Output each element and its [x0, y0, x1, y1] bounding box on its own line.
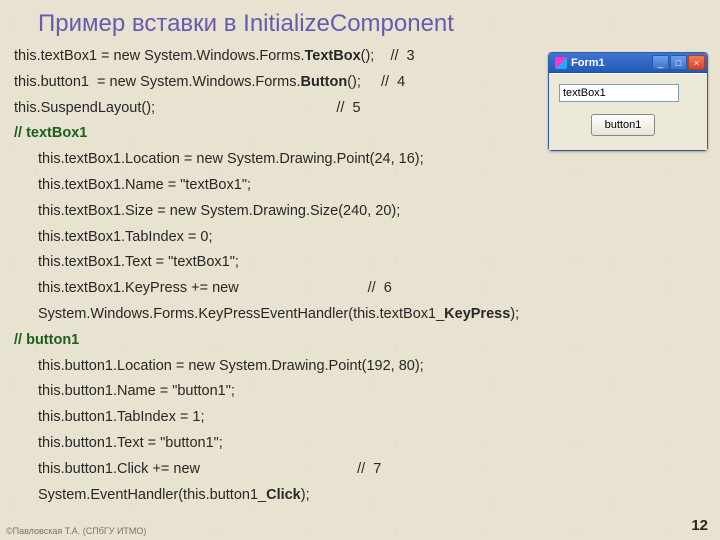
code-text: this.textBox1.KeyPress += new // 6: [14, 276, 710, 302]
textbox1-input[interactable]: [559, 84, 679, 102]
code-text: this.button1.TabIndex = 1;: [14, 405, 710, 431]
code-text: this.button1.Name = "button1";: [14, 379, 710, 405]
code-text: (); // 3: [361, 48, 415, 64]
slide-title: Пример вставки в InitializeComponent: [0, 0, 720, 44]
window-title: Form1: [571, 57, 652, 69]
code-bold: KeyPress: [444, 306, 510, 322]
code-text: (); // 4: [347, 74, 405, 90]
code-text: this.textBox1.Text = "textBox1";: [14, 250, 710, 276]
window-client-area: button1: [549, 73, 707, 150]
code-text: this.button1.Click += new // 7: [14, 457, 710, 483]
button1-button[interactable]: button1: [591, 114, 655, 136]
window-titlebar: Form1 _ □ ×: [549, 53, 707, 73]
code-text: this.button1.Location = new System.Drawi…: [14, 354, 710, 380]
minimize-icon[interactable]: _: [652, 55, 669, 70]
code-bold: Button: [300, 74, 347, 90]
code-text: this.textBox1.TabIndex = 0;: [14, 225, 710, 251]
form-screenshot: Form1 _ □ × button1: [548, 52, 708, 151]
window-buttons: _ □ ×: [652, 55, 705, 70]
window-icon: [555, 57, 567, 69]
code-text: this.textBox1.Size = new System.Drawing.…: [14, 199, 710, 225]
code-text: this.textBox1.Location = new System.Draw…: [14, 147, 710, 173]
code-text: );: [510, 306, 519, 322]
code-text: System.EventHandler(this.button1_: [38, 487, 266, 503]
code-text: System.Windows.Forms.KeyPressEventHandle…: [38, 306, 444, 322]
code-text: );: [301, 487, 310, 503]
code-text: this.textBox1.Name = "textBox1";: [14, 173, 710, 199]
code-text: this.textBox1 = new System.Windows.Forms…: [14, 48, 305, 64]
code-bold: TextBox: [305, 48, 361, 64]
close-icon[interactable]: ×: [688, 55, 705, 70]
maximize-icon[interactable]: □: [670, 55, 687, 70]
page-number: 12: [691, 517, 708, 534]
code-section-comment: // button1: [14, 328, 710, 354]
footer-copyright: ©Павловская Т.А. (СПбГУ ИТМО): [6, 526, 146, 536]
code-text: this.button1 = new System.Windows.Forms.: [14, 74, 300, 90]
code-text: this.button1.Text = "button1";: [14, 431, 710, 457]
code-bold: Click: [266, 487, 301, 503]
